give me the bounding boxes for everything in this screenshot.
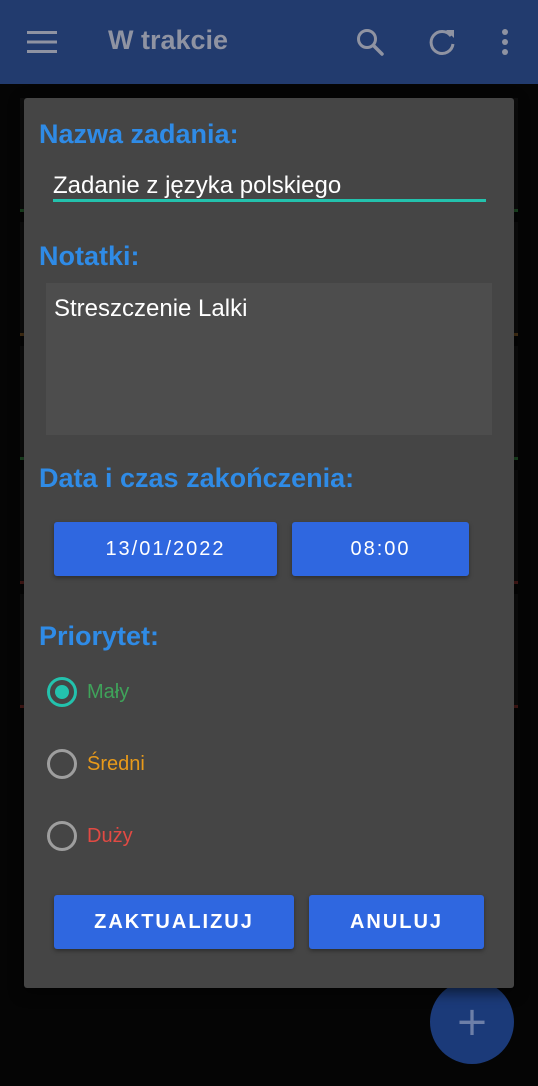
priority-option-high[interactable]: Duży [47, 820, 133, 852]
menu-icon[interactable] [27, 31, 57, 53]
radio-button[interactable] [47, 749, 77, 779]
priority-label-high: Duży [87, 824, 133, 847]
due-date-label: Data i czas zakończenia: [39, 463, 355, 493]
radio-button[interactable] [47, 821, 77, 851]
notes-label: Notatki: [39, 241, 140, 271]
task-name-label: Nazwa zadania: [39, 119, 239, 149]
app-title: W trakcie [108, 25, 229, 55]
date-picker-button[interactable]: 13/01/2022 [54, 522, 277, 576]
more-vert-icon[interactable] [494, 27, 516, 57]
priority-label-medium: Średni [87, 752, 145, 775]
cancel-button[interactable]: ANULUJ [309, 895, 484, 949]
priority-option-low[interactable]: Mały [47, 676, 129, 708]
priority-option-medium[interactable]: Średni [47, 748, 145, 780]
search-icon[interactable] [355, 27, 385, 57]
radio-button[interactable] [47, 677, 77, 707]
plus-icon: + [455, 999, 489, 1045]
add-task-button[interactable]: + [430, 980, 514, 1064]
time-picker-button[interactable]: 08:00 [292, 522, 469, 576]
task-name-input[interactable]: Zadanie z języka polskiego [53, 170, 486, 202]
update-button[interactable]: ZAKTUALIZUJ [54, 895, 294, 949]
edit-task-dialog: Nazwa zadania: Zadanie z języka polskieg… [24, 98, 514, 988]
refresh-icon[interactable] [427, 27, 457, 57]
priority-label-low: Mały [87, 680, 130, 703]
app-bar: W trakcie [0, 0, 538, 84]
priority-label: Priorytet: [39, 621, 160, 651]
notes-textarea[interactable]: Streszczenie Lalki [46, 283, 492, 435]
